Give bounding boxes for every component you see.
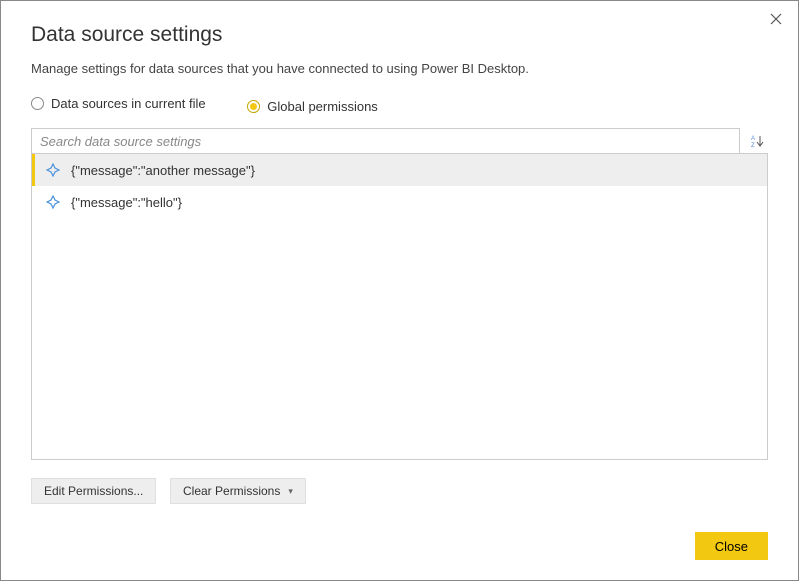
page-title: Data source settings (31, 23, 768, 47)
data-source-icon (45, 162, 61, 178)
radio-global-permissions[interactable]: Global permissions (247, 99, 378, 114)
close-icon[interactable] (764, 7, 788, 31)
radio-current-file[interactable]: Data sources in current file (31, 96, 206, 111)
data-source-list: {"message":"another message"} {"message"… (31, 153, 768, 460)
list-item[interactable]: {"message":"hello"} (32, 186, 767, 218)
radio-icon (247, 100, 260, 113)
radio-icon (31, 97, 44, 110)
svg-text:A: A (751, 136, 755, 142)
list-item[interactable]: {"message":"another message"} (32, 154, 767, 186)
page-subtitle: Manage settings for data sources that yo… (31, 61, 768, 76)
svg-text:Z: Z (751, 143, 755, 148)
button-label: Close (715, 539, 748, 554)
clear-permissions-button[interactable]: Clear Permissions ▾ (170, 478, 306, 504)
data-source-icon (45, 194, 61, 210)
button-label: Edit Permissions... (44, 484, 143, 498)
button-label: Clear Permissions (183, 484, 280, 498)
radio-label: Global permissions (267, 99, 378, 114)
search-input[interactable] (31, 128, 740, 154)
chevron-down-icon: ▾ (288, 486, 293, 497)
scope-radio-group: Data sources in current file Global perm… (31, 96, 768, 114)
list-item-label: {"message":"hello"} (71, 195, 182, 210)
list-item-label: {"message":"another message"} (71, 163, 255, 178)
close-button[interactable]: Close (695, 532, 768, 560)
edit-permissions-button[interactable]: Edit Permissions... (31, 478, 156, 504)
radio-label: Data sources in current file (51, 96, 206, 111)
sort-button[interactable]: A Z (746, 128, 768, 154)
